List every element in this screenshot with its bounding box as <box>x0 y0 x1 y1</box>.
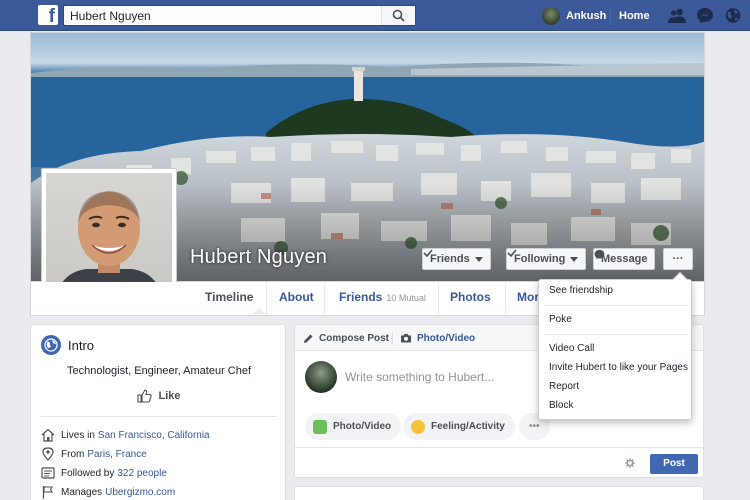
info-followed-by: Followed by 322 people <box>41 465 167 481</box>
smiley-icon <box>411 419 425 434</box>
facebook-logo-icon[interactable]: f <box>38 5 58 25</box>
next-feed-card <box>294 486 704 500</box>
feeling-activity-label: Feeling/Activity <box>431 421 505 432</box>
message-button-label: Message <box>601 253 648 265</box>
compose-post-tab[interactable]: Compose Post <box>303 325 389 351</box>
compose-post-label: Compose Post <box>319 332 390 344</box>
search-box <box>63 5 416 26</box>
info-lives-in: Lives in San Francisco, California <box>41 427 210 443</box>
chevron-down-icon <box>474 256 483 262</box>
location-pin-icon <box>42 447 54 461</box>
lives-in-link[interactable]: San Francisco, California <box>98 430 210 441</box>
search-icon <box>392 9 405 22</box>
gear-icon[interactable] <box>625 458 635 468</box>
more-options-icon: ··· <box>672 253 684 265</box>
pencil-icon <box>304 334 313 343</box>
from-link[interactable]: Paris, France <box>87 449 146 460</box>
followed-by-prefix: Followed by <box>61 467 115 479</box>
info-manages: Manages Ubergizmo.com <box>41 484 175 500</box>
menu-item-see-friendship[interactable]: See friendship <box>549 283 613 299</box>
messenger-icon[interactable] <box>696 7 714 24</box>
menu-item-video-call[interactable]: Video Call <box>549 341 594 357</box>
rss-followers-icon <box>41 467 55 479</box>
home-link[interactable]: Home <box>610 6 658 26</box>
messenger-icon <box>594 249 605 260</box>
photo-video-button[interactable]: Photo/Video <box>305 413 402 440</box>
intro-divider <box>41 416 277 417</box>
from-prefix: From <box>61 448 85 460</box>
tab-friends-label: Friends <box>339 290 383 304</box>
photo-icon <box>313 419 327 434</box>
friends-button[interactable]: Friends <box>422 248 491 270</box>
profile-photo <box>46 173 172 299</box>
manages-prefix: Manages <box>61 486 103 498</box>
globe-icon <box>41 335 61 355</box>
followed-by-link[interactable]: 322 people <box>117 468 167 479</box>
following-button[interactable]: Following <box>506 248 587 270</box>
user-profile-link[interactable]: Ankush <box>542 5 606 26</box>
like-bio-button[interactable]: Like <box>31 389 287 403</box>
menu-item-block[interactable]: Block <box>549 398 573 414</box>
menu-divider <box>544 305 688 306</box>
camera-icon <box>401 334 411 343</box>
user-name: Ankush <box>566 9 607 22</box>
composer-tab-divider <box>392 332 393 345</box>
chevron-down-icon <box>570 256 579 262</box>
active-tab-indicator <box>253 308 265 314</box>
menu-item-report[interactable]: Report <box>549 379 579 395</box>
friend-requests-icon[interactable] <box>668 7 686 24</box>
tab-friends[interactable]: Friends 10 Mutual <box>327 282 438 315</box>
intro-card: Intro Technologist, Engineer, Amateur Ch… <box>30 324 286 500</box>
profile-name[interactable]: Hubert Nguyen <box>190 246 327 269</box>
menu-item-invite-to-pages[interactable]: Invite Hubert to like your Pages <box>549 360 688 376</box>
feeling-activity-button[interactable]: Feeling/Activity <box>403 413 515 440</box>
composer-divider <box>295 447 703 448</box>
menu-item-poke[interactable]: Poke <box>549 312 572 328</box>
top-navigation-bar: f Ankush Home <box>0 0 750 31</box>
notifications-globe-icon[interactable] <box>724 7 742 24</box>
check-icon <box>507 249 517 257</box>
post-button[interactable]: Post <box>650 454 698 474</box>
more-options-button[interactable]: ··· <box>663 248 693 270</box>
photo-video-tab[interactable]: Photo/Video <box>400 325 475 351</box>
intro-title: Intro <box>68 337 95 353</box>
info-from: From Paris, France <box>41 446 147 462</box>
mutual-friends-count: 10 Mutual <box>386 293 426 303</box>
photo-video-button-label: Photo/Video <box>333 421 392 432</box>
manages-link[interactable]: Ubergizmo.com <box>105 487 175 498</box>
tab-photos[interactable]: Photos <box>438 282 503 315</box>
thumbs-up-icon <box>137 389 153 403</box>
like-label: Like <box>158 390 181 402</box>
tab-about[interactable]: About <box>267 282 326 315</box>
check-icon <box>423 249 433 257</box>
message-button[interactable]: Message <box>593 248 656 270</box>
flag-icon <box>42 486 53 499</box>
photo-video-tab-label: Photo/Video <box>417 332 476 344</box>
following-button-label: Following <box>514 253 566 265</box>
search-input[interactable] <box>64 6 384 25</box>
intro-header: Intro <box>41 335 94 355</box>
search-button[interactable] <box>381 6 415 25</box>
bio-text: Technologist, Engineer, Amateur Chef <box>66 365 252 377</box>
home-icon <box>41 428 55 442</box>
tab-divider <box>324 282 325 315</box>
composer-avatar <box>305 361 337 393</box>
more-dots-icon: ••• <box>529 421 540 432</box>
lives-in-prefix: Lives in <box>61 429 95 441</box>
friends-button-label: Friends <box>430 253 470 265</box>
user-avatar <box>542 6 560 25</box>
menu-divider <box>544 334 688 335</box>
more-options-menu: See friendship Poke Video Call Invite Hu… <box>538 271 692 420</box>
